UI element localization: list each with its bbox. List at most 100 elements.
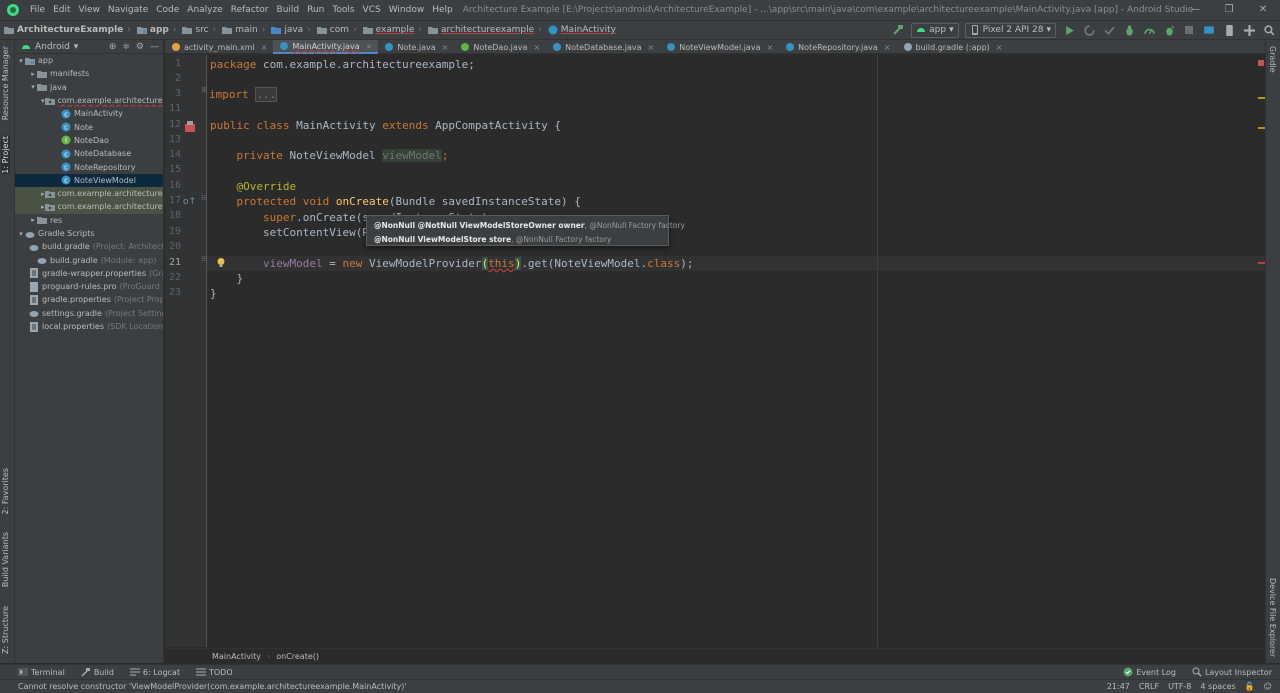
line-separator[interactable]: CRLF xyxy=(1139,682,1159,691)
todo-tab[interactable]: TODO xyxy=(188,667,241,677)
override-gutter-icon[interactable]: o↑ xyxy=(183,197,196,207)
editor-tab[interactable]: NoteViewModel.java × xyxy=(660,40,779,54)
build-variants-tool-tab[interactable]: Build Variants xyxy=(1,532,10,587)
tree-item[interactable]: build.gradle(Project: ArchitectureExampl… xyxy=(15,240,163,253)
warning-stripe-mark[interactable] xyxy=(1258,127,1265,129)
gradle-tool-tab[interactable]: Gradle xyxy=(1268,46,1277,73)
close-icon[interactable]: × xyxy=(766,43,773,52)
file-encoding[interactable]: UTF-8 xyxy=(1168,682,1191,691)
hide-panel-icon[interactable]: — xyxy=(150,42,159,52)
chevron-down-icon[interactable]: ▾ xyxy=(74,42,79,52)
terminal-tab[interactable]: Terminal xyxy=(0,667,73,677)
code-line-21[interactable]: viewModel = new ViewModelProvider(this).… xyxy=(210,256,694,271)
editor-tab[interactable]: NoteDatabase.java × xyxy=(546,40,660,54)
error-stripe-mark[interactable] xyxy=(1258,262,1265,264)
code-line-22[interactable]: } xyxy=(210,271,244,286)
menu-refactor[interactable]: Refactor xyxy=(227,5,273,15)
tree-item[interactable]: c MainActivity xyxy=(15,107,163,120)
tree-item[interactable]: local.properties (SDK Location) xyxy=(15,320,163,333)
tree-item[interactable]: I NoteDao xyxy=(15,134,163,147)
tree-item[interactable]: proguard-rules.pro(ProGuard Rules for ap… xyxy=(15,280,163,293)
warning-stripe-mark[interactable] xyxy=(1258,97,1265,99)
project-view-mode-select[interactable]: Android xyxy=(35,42,70,52)
collapsed-arrow-icon[interactable]: ▸ xyxy=(29,70,37,78)
tree-item[interactable]: ▾ app xyxy=(15,54,163,67)
breadcrumb-method[interactable]: onCreate() xyxy=(276,652,319,661)
import-fold-placeholder[interactable]: ... xyxy=(255,87,278,102)
event-log-tab[interactable]: Event Log xyxy=(1115,667,1184,677)
code-line-3[interactable]: import ... xyxy=(209,87,278,102)
layout-inspector-tab[interactable]: Layout Inspector xyxy=(1184,667,1280,677)
menu-run[interactable]: Run xyxy=(303,5,328,15)
editor-tab[interactable]: build.gradle (:app) × xyxy=(897,40,1009,54)
structure-tool-tab[interactable]: Z: Structure xyxy=(1,606,10,654)
close-icon[interactable]: × xyxy=(442,43,449,52)
apply-code-changes-icon[interactable] xyxy=(1102,23,1116,37)
tree-item[interactable]: c Note xyxy=(15,120,163,133)
tree-item[interactable]: ▾com.example.architectureexample xyxy=(15,94,163,107)
nav-crumb-example[interactable]: example xyxy=(359,25,417,35)
inspection-profile-icon[interactable]: ☺ xyxy=(1264,682,1272,691)
sdk-manager-icon[interactable] xyxy=(1242,23,1256,37)
tree-item[interactable]: ▾ Gradle Scripts xyxy=(15,227,163,240)
code-line-12[interactable]: public class MainActivity extends AppCom… xyxy=(210,118,561,133)
apply-changes-icon[interactable] xyxy=(1082,23,1096,37)
code-line-17[interactable]: protected void onCreate(Bundle savedInst… xyxy=(210,194,581,209)
attach-debugger-icon[interactable] xyxy=(1162,23,1176,37)
expanded-arrow-icon[interactable]: ▾ xyxy=(17,57,25,65)
nav-crumb-src[interactable]: src xyxy=(178,25,210,35)
logcat-tab[interactable]: 6: Logcat xyxy=(122,667,188,677)
nav-crumb-mainactivity[interactable]: MainActivity xyxy=(544,25,618,35)
menu-analyze[interactable]: Analyze xyxy=(183,5,226,15)
code-line-1[interactable]: package com.example.architectureexample; xyxy=(210,57,475,72)
tree-item[interactable]: c NoteDatabase xyxy=(15,147,163,160)
run-config-select[interactable]: app ▾ xyxy=(911,22,959,38)
restore-button[interactable]: ❐ xyxy=(1212,0,1246,20)
close-icon[interactable]: × xyxy=(533,43,540,52)
search-everywhere-icon[interactable] xyxy=(1262,23,1276,37)
menu-window[interactable]: Window xyxy=(385,5,429,15)
nav-crumb-java[interactable]: java xyxy=(267,25,305,35)
tree-item[interactable]: build.gradle (Module: app) xyxy=(15,253,163,266)
error-stripe-status-icon[interactable] xyxy=(1258,60,1264,66)
gear-icon[interactable]: ⚙ xyxy=(136,42,144,52)
lightbulb-icon[interactable] xyxy=(216,257,226,272)
collapsed-arrow-icon[interactable]: ▸ xyxy=(29,216,37,224)
editor-tab[interactable]: activity_main.xml × xyxy=(165,40,273,54)
build-tab[interactable]: Build xyxy=(73,667,122,677)
tree-item[interactable]: c NoteViewModel xyxy=(15,173,163,187)
close-icon[interactable]: × xyxy=(884,43,891,52)
menu-view[interactable]: View xyxy=(75,5,104,15)
debug-icon[interactable] xyxy=(1122,23,1136,37)
lock-icon[interactable]: 🔓 xyxy=(1245,682,1255,691)
tree-item[interactable]: gradle-wrapper.properties(Gradle Version… xyxy=(15,267,163,280)
locate-file-icon[interactable]: ⊕ xyxy=(109,42,117,52)
resource-manager-tab[interactable]: Resource Manager xyxy=(1,46,10,120)
expanded-arrow-icon[interactable]: ▾ xyxy=(29,83,37,91)
device-file-explorer-tab[interactable]: Device File Explorer xyxy=(1268,578,1277,657)
menu-tools[interactable]: Tools xyxy=(328,5,358,15)
run-icon[interactable] xyxy=(1062,23,1076,37)
code-line-14[interactable]: private NoteViewModel viewModel; xyxy=(210,148,448,163)
tree-item[interactable]: settings.gradle(Project Settings) xyxy=(15,307,163,320)
nav-crumb-app[interactable]: app xyxy=(133,25,171,35)
close-icon[interactable]: × xyxy=(261,43,268,52)
stop-icon[interactable] xyxy=(1182,23,1196,37)
make-project-hammer-icon[interactable] xyxy=(891,23,905,37)
nav-crumb-com[interactable]: com xyxy=(313,25,351,35)
collapse-all-icon[interactable]: ≑ xyxy=(122,42,130,52)
menu-navigate[interactable]: Navigate xyxy=(104,5,152,15)
tree-item[interactable]: c NoteRepository xyxy=(15,160,163,173)
tree-item[interactable]: ▸com.example.architectureexample(android… xyxy=(15,186,163,201)
tree-item[interactable]: ▸ manifests xyxy=(15,67,163,80)
menu-file[interactable]: File xyxy=(26,5,49,15)
menu-edit[interactable]: Edit xyxy=(49,5,74,15)
editor-tab[interactable]: Note.java × xyxy=(378,40,454,54)
status-message[interactable]: Cannot resolve constructor 'ViewModelPro… xyxy=(18,682,407,691)
code-editor[interactable]: package com.example.architectureexample;… xyxy=(207,55,1265,647)
sync-gradle-icon[interactable] xyxy=(1202,23,1216,37)
favorites-tool-tab[interactable]: 2: Favorites xyxy=(1,468,10,514)
code-line-23[interactable]: } xyxy=(210,286,217,301)
nav-crumb-architectureexample[interactable]: architectureexample xyxy=(424,25,536,35)
nav-crumb-main[interactable]: main xyxy=(218,25,260,35)
